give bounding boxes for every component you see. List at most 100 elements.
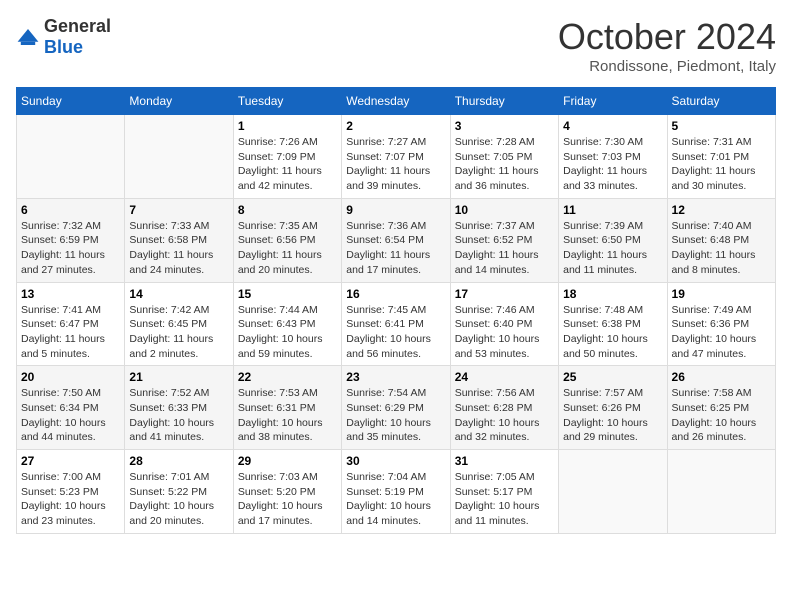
day-number: 26 — [672, 370, 771, 384]
day-number: 4 — [563, 119, 662, 133]
calendar-cell: 10Sunrise: 7:37 AMSunset: 6:52 PMDayligh… — [450, 198, 558, 282]
calendar-cell: 24 Sunrise: 7:56 AMSunset: 6:28 PMDayligh… — [450, 366, 558, 450]
day-header-saturday: Saturday — [667, 88, 775, 115]
calendar-cell — [559, 450, 667, 534]
calendar-cell: 31 Sunrise: 7:05 AMSunset: 5:17 PMDayligh… — [450, 450, 558, 534]
day-number: 3 — [455, 119, 554, 133]
month-title: October 2024 — [558, 16, 776, 58]
day-number: 13 — [21, 287, 120, 301]
day-info: Sunrise: 7:52 AMSunset: 6:33 PMDaylight:… — [129, 386, 228, 445]
day-number: 1 — [238, 119, 337, 133]
day-number: 19 — [672, 287, 771, 301]
calendar-cell: 6 Sunrise: 7:32 AMSunset: 6:59 PMDaylight… — [17, 198, 125, 282]
day-number: 2 — [346, 119, 445, 133]
calendar-cell: 12Sunrise: 7:40 AMSunset: 6:48 PMDayligh… — [667, 198, 775, 282]
calendar-cell: 21 Sunrise: 7:52 AMSunset: 6:33 PMDayligh… — [125, 366, 233, 450]
day-number: 31 — [455, 454, 554, 468]
day-number: 29 — [238, 454, 337, 468]
calendar-table: SundayMondayTuesdayWednesdayThursdayFrid… — [16, 87, 776, 534]
week-row-1: 6 Sunrise: 7:32 AMSunset: 6:59 PMDaylight… — [17, 198, 776, 282]
calendar-cell: 4Sunrise: 7:30 AMSunset: 7:03 PMDaylight… — [559, 115, 667, 199]
day-info: Sunrise: 7:41 AMSunset: 6:47 PMDaylight:… — [21, 303, 120, 362]
day-number: 28 — [129, 454, 228, 468]
logo-general: General — [44, 16, 111, 36]
calendar-cell: 14 Sunrise: 7:42 AMSunset: 6:45 PMDayligh… — [125, 282, 233, 366]
day-info: Sunrise: 7:39 AMSunset: 6:50 PMDaylight:… — [563, 219, 662, 278]
calendar-cell: 1 Sunrise: 7:26 AMSunset: 7:09 PMDaylight… — [233, 115, 341, 199]
calendar-cell: 7Sunrise: 7:33 AMSunset: 6:58 PMDaylight… — [125, 198, 233, 282]
calendar-cell: 17 Sunrise: 7:46 AMSunset: 6:40 PMDayligh… — [450, 282, 558, 366]
calendar-cell: 8 Sunrise: 7:35 AMSunset: 6:56 PMDaylight… — [233, 198, 341, 282]
page-header: General Blue October 2024 Rondissone, Pi… — [16, 16, 776, 75]
day-number: 17 — [455, 287, 554, 301]
calendar-cell: 16 Sunrise: 7:45 AMSunset: 6:41 PMDayligh… — [342, 282, 450, 366]
day-number: 25 — [563, 370, 662, 384]
day-number: 24 — [455, 370, 554, 384]
day-info: Sunrise: 7:33 AMSunset: 6:58 PMDaylight:… — [129, 219, 228, 278]
calendar-cell: 23 Sunrise: 7:54 AMSunset: 6:29 PMDayligh… — [342, 366, 450, 450]
day-number: 23 — [346, 370, 445, 384]
week-row-0: 1 Sunrise: 7:26 AMSunset: 7:09 PMDaylight… — [17, 115, 776, 199]
day-info: Sunrise: 7:44 AMSunset: 6:43 PMDaylight:… — [238, 303, 337, 362]
calendar-cell: 22Sunrise: 7:53 AMSunset: 6:31 PMDayligh… — [233, 366, 341, 450]
title-block: October 2024 Rondissone, Piedmont, Italy — [558, 16, 776, 75]
day-info: Sunrise: 7:54 AMSunset: 6:29 PMDaylight:… — [346, 386, 445, 445]
week-row-4: 27Sunrise: 7:00 AMSunset: 5:23 PMDayligh… — [17, 450, 776, 534]
day-info: Sunrise: 7:46 AMSunset: 6:40 PMDaylight:… — [455, 303, 554, 362]
day-number: 6 — [21, 203, 120, 217]
calendar-cell: 20 Sunrise: 7:50 AMSunset: 6:34 PMDayligh… — [17, 366, 125, 450]
week-row-3: 20 Sunrise: 7:50 AMSunset: 6:34 PMDayligh… — [17, 366, 776, 450]
day-info: Sunrise: 7:50 AMSunset: 6:34 PMDaylight:… — [21, 386, 120, 445]
day-info: Sunrise: 7:26 AMSunset: 7:09 PMDaylight:… — [238, 135, 337, 194]
day-info: Sunrise: 7:58 AMSunset: 6:25 PMDaylight:… — [672, 386, 771, 445]
day-number: 15 — [238, 287, 337, 301]
day-info: Sunrise: 7:42 AMSunset: 6:45 PMDaylight:… — [129, 303, 228, 362]
calendar-cell: 28 Sunrise: 7:01 AMSunset: 5:22 PMDayligh… — [125, 450, 233, 534]
day-number: 16 — [346, 287, 445, 301]
calendar-cell: 26 Sunrise: 7:58 AMSunset: 6:25 PMDayligh… — [667, 366, 775, 450]
calendar-header-row: SundayMondayTuesdayWednesdayThursdayFrid… — [17, 88, 776, 115]
day-info: Sunrise: 7:35 AMSunset: 6:56 PMDaylight:… — [238, 219, 337, 278]
day-info: Sunrise: 7:31 AMSunset: 7:01 PMDaylight:… — [672, 135, 771, 194]
day-header-thursday: Thursday — [450, 88, 558, 115]
calendar-cell: 19Sunrise: 7:49 AMSunset: 6:36 PMDayligh… — [667, 282, 775, 366]
logo: General Blue — [16, 16, 111, 58]
day-number: 22 — [238, 370, 337, 384]
day-info: Sunrise: 7:03 AMSunset: 5:20 PMDaylight:… — [238, 470, 337, 529]
calendar-cell: 13 Sunrise: 7:41 AMSunset: 6:47 PMDayligh… — [17, 282, 125, 366]
day-info: Sunrise: 7:04 AMSunset: 5:19 PMDaylight:… — [346, 470, 445, 529]
day-info: Sunrise: 7:56 AMSunset: 6:28 PMDaylight:… — [455, 386, 554, 445]
calendar-cell: 18Sunrise: 7:48 AMSunset: 6:38 PMDayligh… — [559, 282, 667, 366]
day-number: 30 — [346, 454, 445, 468]
calendar-cell — [125, 115, 233, 199]
calendar-cell: 11Sunrise: 7:39 AMSunset: 6:50 PMDayligh… — [559, 198, 667, 282]
location: Rondissone, Piedmont, Italy — [558, 58, 776, 75]
day-number: 8 — [238, 203, 337, 217]
day-info: Sunrise: 7:00 AMSunset: 5:23 PMDaylight:… — [21, 470, 120, 529]
day-number: 20 — [21, 370, 120, 384]
day-header-monday: Monday — [125, 88, 233, 115]
calendar-body: 1 Sunrise: 7:26 AMSunset: 7:09 PMDaylight… — [17, 115, 776, 534]
logo-blue: Blue — [44, 37, 83, 57]
day-number: 14 — [129, 287, 228, 301]
day-info: Sunrise: 7:37 AMSunset: 6:52 PMDaylight:… — [455, 219, 554, 278]
calendar-cell: 30 Sunrise: 7:04 AMSunset: 5:19 PMDayligh… — [342, 450, 450, 534]
day-header-friday: Friday — [559, 88, 667, 115]
calendar-cell: 15 Sunrise: 7:44 AMSunset: 6:43 PMDayligh… — [233, 282, 341, 366]
day-info: Sunrise: 7:28 AMSunset: 7:05 PMDaylight:… — [455, 135, 554, 194]
calendar-cell: 2 Sunrise: 7:27 AMSunset: 7:07 PMDaylight… — [342, 115, 450, 199]
day-header-sunday: Sunday — [17, 88, 125, 115]
day-info: Sunrise: 7:01 AMSunset: 5:22 PMDaylight:… — [129, 470, 228, 529]
day-info: Sunrise: 7:27 AMSunset: 7:07 PMDaylight:… — [346, 135, 445, 194]
day-number: 12 — [672, 203, 771, 217]
day-info: Sunrise: 7:32 AMSunset: 6:59 PMDaylight:… — [21, 219, 120, 278]
day-number: 21 — [129, 370, 228, 384]
day-number: 5 — [672, 119, 771, 133]
calendar-cell: 25Sunrise: 7:57 AMSunset: 6:26 PMDayligh… — [559, 366, 667, 450]
day-info: Sunrise: 7:36 AMSunset: 6:54 PMDaylight:… — [346, 219, 445, 278]
day-info: Sunrise: 7:45 AMSunset: 6:41 PMDaylight:… — [346, 303, 445, 362]
calendar-cell: 9Sunrise: 7:36 AMSunset: 6:54 PMDaylight… — [342, 198, 450, 282]
day-info: Sunrise: 7:05 AMSunset: 5:17 PMDaylight:… — [455, 470, 554, 529]
calendar-cell — [667, 450, 775, 534]
calendar-cell: 29 Sunrise: 7:03 AMSunset: 5:20 PMDayligh… — [233, 450, 341, 534]
